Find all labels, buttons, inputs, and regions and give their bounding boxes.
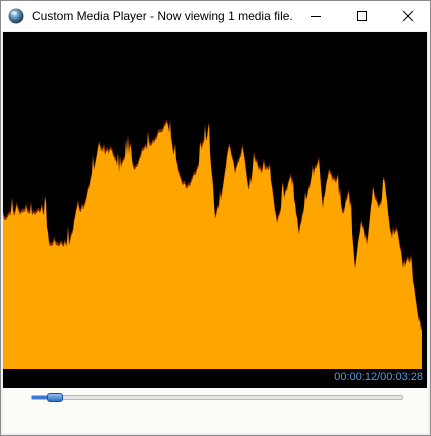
seek-slider-track[interactable] bbox=[31, 393, 403, 402]
maximize-button[interactable] bbox=[339, 1, 385, 31]
media-player-window: Custom Media Player - Now viewing 1 medi… bbox=[0, 0, 431, 436]
seek-slider-thumb[interactable] bbox=[47, 393, 64, 402]
audio-waveform-visualization bbox=[3, 118, 422, 369]
time-readout: 00:00:12/00:03:28 bbox=[334, 371, 423, 383]
control-bar bbox=[3, 388, 428, 433]
time-strip: 00:00:12/00:03:28 bbox=[3, 369, 427, 388]
close-button[interactable] bbox=[385, 1, 430, 31]
title-bar[interactable]: Custom Media Player - Now viewing 1 medi… bbox=[1, 1, 430, 31]
maximize-icon bbox=[357, 11, 367, 21]
player-client-area: 00:00:12/00:03:28 bbox=[3, 32, 428, 433]
minimize-icon bbox=[311, 16, 321, 17]
window-title: Custom Media Player - Now viewing 1 medi… bbox=[32, 9, 293, 23]
minimize-button[interactable] bbox=[293, 1, 339, 31]
video-area[interactable]: 00:00:12/00:03:28 bbox=[3, 32, 427, 388]
close-icon bbox=[402, 10, 414, 22]
media-player-globe-icon bbox=[8, 8, 24, 24]
